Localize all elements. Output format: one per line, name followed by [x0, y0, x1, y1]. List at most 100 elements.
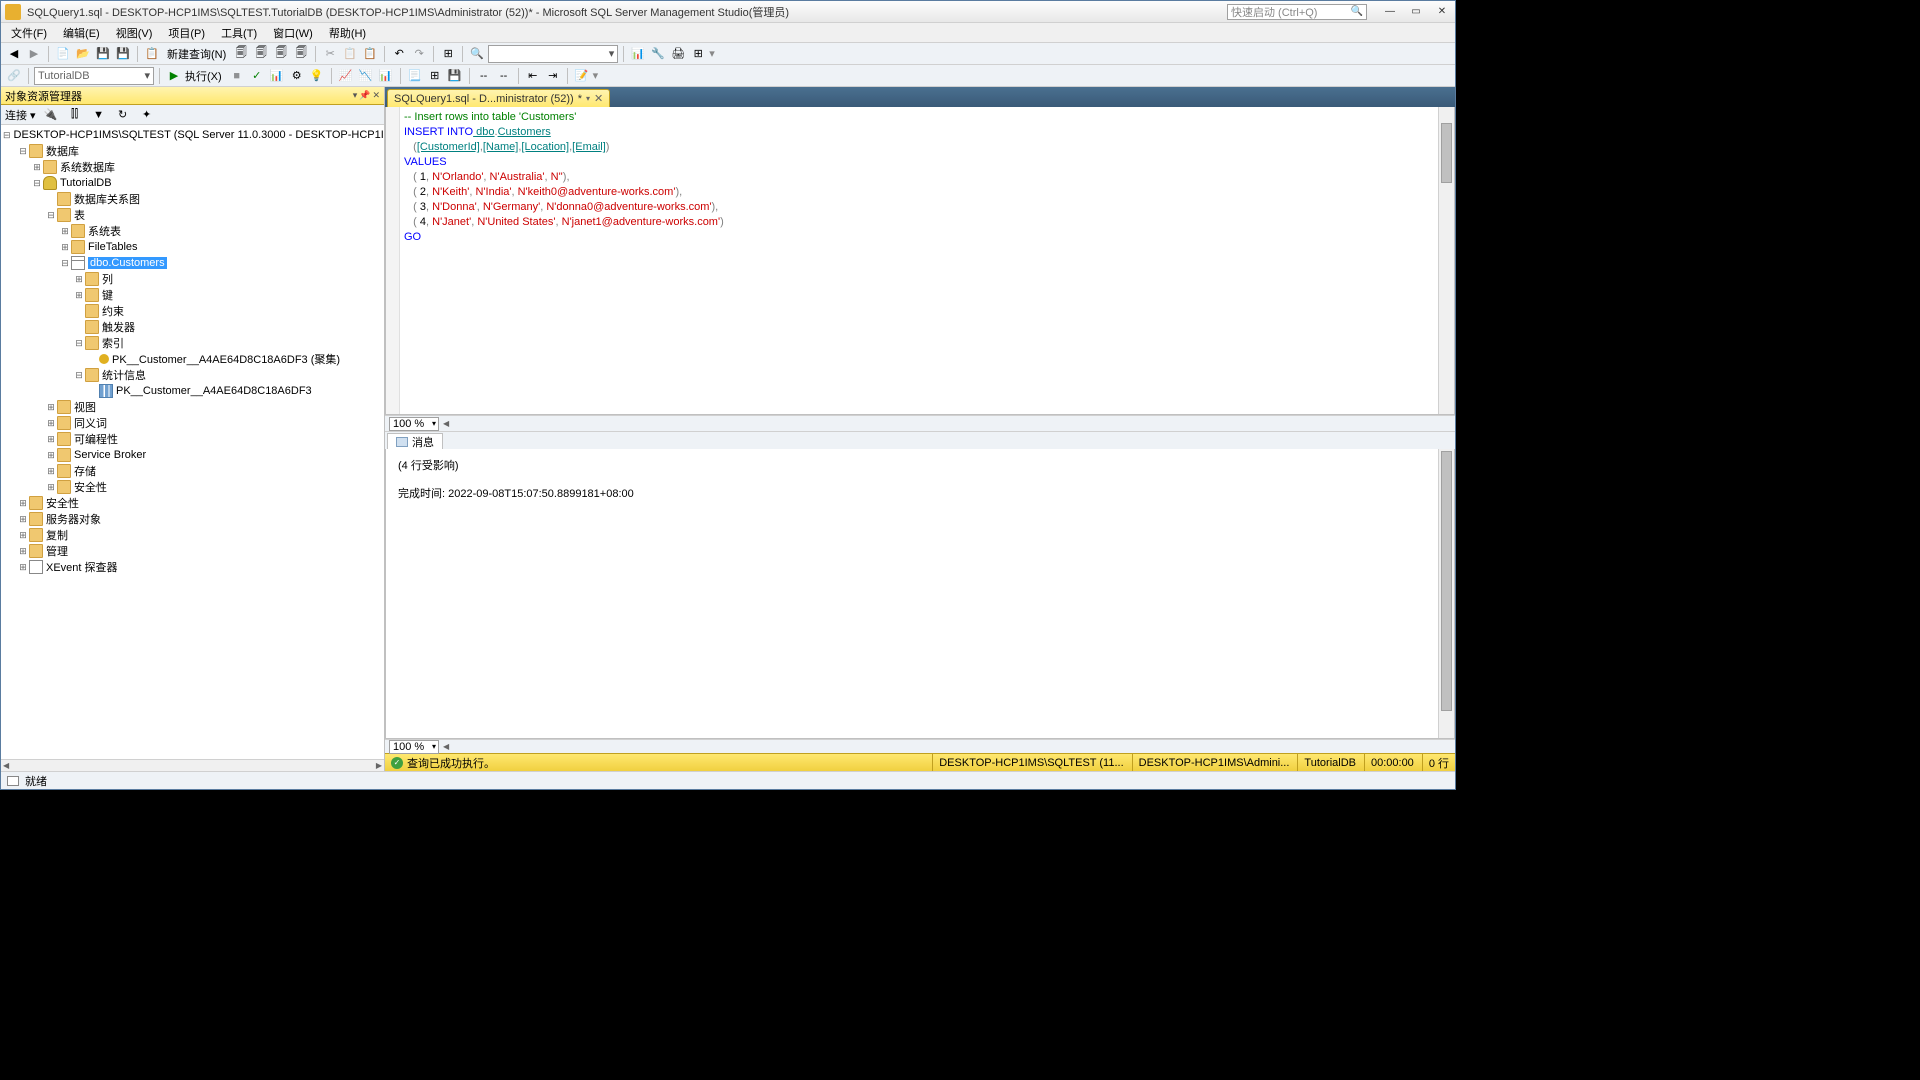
views-node[interactable]: ⊞视图 [3, 399, 382, 415]
query-options-button[interactable]: ⚙ [288, 67, 306, 85]
sys-databases-node[interactable]: ⊞系统数据库 [3, 159, 382, 175]
decrease-indent-button[interactable]: ⇤ [524, 67, 542, 85]
search-button[interactable]: ✦ [138, 106, 156, 124]
messages-panel[interactable]: (4 行受影响) 完成时间: 2022-09-08T15:07:50.88991… [385, 449, 1455, 739]
stop-button[interactable]: ■ [228, 67, 246, 85]
activity-monitor-button[interactable]: 📊 [629, 45, 647, 63]
template-browser-button[interactable]: ⊞ [689, 45, 707, 63]
menu-edit[interactable]: 编辑(E) [57, 23, 106, 43]
file-tables-node[interactable]: ⊞FileTables [3, 239, 382, 255]
menu-tools[interactable]: 工具(T) [215, 23, 263, 43]
db-diagrams-node[interactable]: 数据库关系图 [3, 191, 382, 207]
outline-gutter[interactable] [386, 107, 400, 414]
results-to-file-button[interactable]: 💾 [446, 67, 464, 85]
comment-button[interactable]: -- [475, 67, 493, 85]
increase-indent-button[interactable]: ⇥ [544, 67, 562, 85]
find-combo[interactable] [488, 45, 618, 63]
management-node[interactable]: ⊞管理 [3, 543, 382, 559]
open-button[interactable]: 📂 [74, 45, 92, 63]
analysis-mdx-button[interactable]: 🗐 [252, 45, 270, 63]
tab-close-button[interactable]: ✕ [594, 92, 603, 105]
disconnect-button[interactable]: 🔌 [42, 106, 60, 124]
service-broker-node[interactable]: ⊞Service Broker [3, 447, 382, 463]
synonyms-node[interactable]: ⊞同义词 [3, 415, 382, 431]
security-node[interactable]: ⊞安全性 [3, 495, 382, 511]
registered-servers-button[interactable]: 🔧 [649, 45, 667, 63]
code-content[interactable]: -- Insert rows into table 'Customers' IN… [400, 107, 1454, 414]
copy-button[interactable]: 📋 [341, 45, 359, 63]
statistics-node[interactable]: ⊟统计信息 [3, 367, 382, 383]
db-security-node[interactable]: ⊞安全性 [3, 479, 382, 495]
redo-button[interactable]: ↷ [410, 45, 428, 63]
minimize-button[interactable]: — [1377, 3, 1403, 21]
new-query-icon[interactable]: 📋 [143, 45, 161, 63]
menu-view[interactable]: 视图(V) [110, 23, 159, 43]
close-button[interactable]: ✕ [1429, 3, 1455, 21]
intellisense-button[interactable]: 💡 [308, 67, 326, 85]
dbo-customers-node[interactable]: ⊟dbo.Customers [3, 255, 382, 271]
properties-button[interactable]: ⊞ [439, 45, 457, 63]
pin-icon[interactable]: 📌 [359, 90, 370, 101]
tab-dropdown-icon[interactable]: ▾ [586, 94, 590, 103]
indexes-node[interactable]: ⊟索引 [3, 335, 382, 351]
object-explorer-button[interactable]: 🖨 [669, 45, 687, 63]
refresh-button[interactable]: ↻ [114, 106, 132, 124]
dropdown-icon[interactable]: ▾ [353, 90, 358, 101]
tables-node[interactable]: ⊟表 [3, 207, 382, 223]
estimated-plan-button[interactable]: 📊 [268, 67, 286, 85]
keys-node[interactable]: ⊞键 [3, 287, 382, 303]
storage-node[interactable]: ⊞存储 [3, 463, 382, 479]
undo-button[interactable]: ↶ [390, 45, 408, 63]
databases-node[interactable]: ⊟数据库 [3, 143, 382, 159]
object-tree[interactable]: ⊟DESKTOP-HCP1IMS\SQLTEST (SQL Server 11.… [1, 125, 384, 759]
results-to-grid-button[interactable]: ⊞ [426, 67, 444, 85]
quick-launch-input[interactable]: 快速启动 (Ctrl+Q) [1227, 4, 1367, 20]
db-engine-query-button[interactable]: 🗐 [232, 45, 250, 63]
server-node[interactable]: ⊟DESKTOP-HCP1IMS\SQLTEST (SQL Server 11.… [3, 127, 382, 143]
editor-vscroll[interactable] [1438, 107, 1454, 414]
forward-button[interactable]: ▶ [25, 45, 43, 63]
menu-project[interactable]: 项目(P) [162, 23, 211, 43]
zoom-combo[interactable]: 100 % [389, 417, 439, 431]
include-plan-button[interactable]: 📈 [337, 67, 355, 85]
filter-button[interactable]: ▼ [90, 106, 108, 124]
tutorialdb-node[interactable]: ⊟TutorialDB [3, 175, 382, 191]
sys-tables-node[interactable]: ⊞系统表 [3, 223, 382, 239]
save-all-button[interactable]: 💾 [114, 45, 132, 63]
xevent-node[interactable]: ⊞XEvent 探查器 [3, 559, 382, 575]
cut-button[interactable]: ✂ [321, 45, 339, 63]
server-objects-node[interactable]: ⊞服务器对象 [3, 511, 382, 527]
messages-zoom-combo[interactable]: 100 % [389, 740, 439, 754]
menu-window[interactable]: 窗口(W) [267, 23, 319, 43]
new-project-button[interactable]: 📄 [54, 45, 72, 63]
find-button[interactable]: 🔍 [468, 45, 486, 63]
analysis-xmla-button[interactable]: 🗐 [292, 45, 310, 63]
close-panel-icon[interactable]: ✕ [372, 90, 380, 101]
columns-node[interactable]: ⊞列 [3, 271, 382, 287]
menu-help[interactable]: 帮助(H) [323, 23, 372, 43]
connect-button[interactable]: 连接 ▾ [5, 107, 36, 123]
maximize-button[interactable]: ▭ [1403, 3, 1429, 21]
triggers-node[interactable]: 触发器 [3, 319, 382, 335]
specify-values-button[interactable]: 📝 [573, 67, 591, 85]
database-combo[interactable]: TutorialDB [34, 67, 154, 85]
sql-tab[interactable]: SQLQuery1.sql - D...ministrator (52)) * … [387, 89, 610, 107]
messages-vscroll[interactable] [1438, 449, 1454, 738]
programmability-node[interactable]: ⊞可编程性 [3, 431, 382, 447]
execute-button[interactable]: ▶ [165, 67, 183, 85]
uncomment-button[interactable]: -- [495, 67, 513, 85]
replication-node[interactable]: ⊞复制 [3, 527, 382, 543]
pk-index-node[interactable]: PK__Customer__A4AE64D8C18A6DF3 (聚集) [3, 351, 382, 367]
messages-tab[interactable]: 消息 [387, 433, 443, 449]
parse-button[interactable]: ✓ [248, 67, 266, 85]
tree-hscroll[interactable]: ◀▶ [1, 759, 384, 771]
save-button[interactable]: 💾 [94, 45, 112, 63]
analysis-dmx-button[interactable]: 🗐 [272, 45, 290, 63]
paste-button[interactable]: 📋 [361, 45, 379, 63]
include-client-stats-button[interactable]: 📊 [377, 67, 395, 85]
pk-stat-node[interactable]: PK__Customer__A4AE64D8C18A6DF3 [3, 383, 382, 399]
change-connection-button[interactable]: 🔗 [5, 67, 23, 85]
results-to-text-button[interactable]: 📃 [406, 67, 424, 85]
include-stats-button[interactable]: 📉 [357, 67, 375, 85]
sql-editor[interactable]: -- Insert rows into table 'Customers' IN… [385, 107, 1455, 415]
